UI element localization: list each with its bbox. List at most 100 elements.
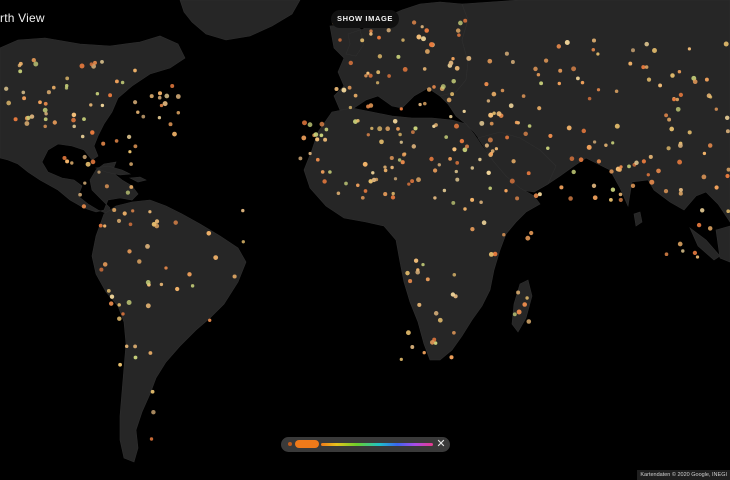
location-marker[interactable] bbox=[526, 319, 532, 324]
location-marker[interactable] bbox=[596, 88, 601, 92]
location-marker[interactable] bbox=[82, 154, 87, 160]
location-marker[interactable] bbox=[402, 67, 408, 72]
location-marker[interactable] bbox=[596, 52, 600, 56]
location-marker[interactable] bbox=[430, 340, 435, 345]
location-marker[interactable] bbox=[648, 154, 653, 159]
location-marker[interactable] bbox=[324, 127, 329, 132]
location-marker[interactable] bbox=[470, 197, 475, 202]
location-marker[interactable] bbox=[529, 230, 534, 236]
location-marker[interactable] bbox=[360, 38, 365, 43]
location-marker[interactable] bbox=[451, 78, 456, 84]
location-marker[interactable] bbox=[97, 170, 101, 174]
location-marker[interactable] bbox=[129, 162, 133, 166]
location-marker[interactable] bbox=[521, 94, 526, 98]
location-marker[interactable] bbox=[546, 146, 550, 150]
location-marker[interactable] bbox=[89, 103, 93, 107]
location-marker[interactable] bbox=[586, 144, 592, 150]
location-marker[interactable] bbox=[366, 133, 370, 137]
location-marker[interactable] bbox=[496, 111, 502, 117]
location-marker[interactable] bbox=[656, 168, 661, 174]
location-marker[interactable] bbox=[522, 302, 527, 307]
location-marker[interactable] bbox=[121, 312, 125, 316]
location-marker[interactable] bbox=[133, 68, 137, 73]
location-marker[interactable] bbox=[128, 222, 133, 227]
location-marker[interactable] bbox=[634, 160, 639, 166]
location-marker[interactable] bbox=[692, 250, 698, 256]
location-marker[interactable] bbox=[336, 191, 341, 196]
location-marker[interactable] bbox=[133, 355, 138, 360]
location-marker[interactable] bbox=[548, 133, 553, 138]
location-marker[interactable] bbox=[319, 121, 325, 127]
location-marker[interactable] bbox=[479, 120, 485, 126]
location-marker[interactable] bbox=[678, 191, 683, 196]
location-marker[interactable] bbox=[429, 42, 434, 48]
location-marker[interactable] bbox=[525, 235, 531, 241]
location-marker[interactable] bbox=[457, 33, 461, 37]
location-marker[interactable] bbox=[313, 132, 319, 137]
location-marker[interactable] bbox=[391, 191, 395, 196]
location-marker[interactable] bbox=[334, 86, 339, 92]
location-marker[interactable] bbox=[669, 126, 675, 132]
location-marker[interactable] bbox=[363, 189, 368, 193]
location-marker[interactable] bbox=[433, 311, 439, 316]
location-marker[interactable] bbox=[387, 74, 391, 78]
location-marker[interactable] bbox=[454, 65, 460, 71]
location-marker[interactable] bbox=[413, 258, 419, 263]
location-marker[interactable] bbox=[646, 77, 652, 82]
location-marker[interactable] bbox=[399, 107, 403, 111]
location-marker[interactable] bbox=[399, 357, 403, 362]
location-marker[interactable] bbox=[525, 296, 529, 300]
location-marker[interactable] bbox=[724, 115, 730, 121]
location-marker[interactable] bbox=[118, 362, 122, 367]
location-marker[interactable] bbox=[557, 81, 561, 86]
location-marker[interactable] bbox=[677, 159, 683, 165]
location-marker[interactable] bbox=[392, 119, 398, 124]
location-marker[interactable] bbox=[148, 351, 153, 355]
location-marker[interactable] bbox=[413, 126, 418, 131]
location-marker[interactable] bbox=[699, 208, 705, 213]
location-marker[interactable] bbox=[526, 171, 531, 176]
location-marker[interactable] bbox=[533, 66, 538, 72]
location-marker[interactable] bbox=[537, 106, 542, 111]
location-marker[interactable] bbox=[663, 188, 669, 194]
location-marker[interactable] bbox=[389, 155, 394, 161]
location-marker[interactable] bbox=[408, 279, 413, 284]
location-marker[interactable] bbox=[611, 141, 615, 145]
location-marker[interactable] bbox=[117, 303, 121, 307]
location-marker[interactable] bbox=[571, 66, 577, 72]
location-marker[interactable] bbox=[455, 161, 460, 165]
location-marker[interactable] bbox=[410, 345, 415, 349]
location-marker[interactable] bbox=[379, 139, 384, 145]
location-marker[interactable] bbox=[52, 120, 57, 125]
location-marker[interactable] bbox=[569, 156, 575, 162]
location-marker[interactable] bbox=[509, 178, 515, 184]
location-marker[interactable] bbox=[89, 62, 94, 67]
location-marker[interactable] bbox=[315, 157, 320, 162]
location-marker[interactable] bbox=[707, 143, 713, 148]
location-marker[interactable] bbox=[628, 61, 633, 66]
location-marker[interactable] bbox=[328, 170, 332, 174]
location-marker[interactable] bbox=[416, 177, 421, 183]
location-marker[interactable] bbox=[31, 57, 36, 63]
location-marker[interactable] bbox=[396, 127, 400, 131]
location-marker[interactable] bbox=[500, 88, 505, 93]
location-marker[interactable] bbox=[124, 344, 129, 349]
location-marker[interactable] bbox=[371, 177, 377, 183]
location-marker[interactable] bbox=[421, 36, 426, 42]
location-marker[interactable] bbox=[646, 173, 650, 177]
location-marker[interactable] bbox=[714, 185, 719, 190]
location-marker[interactable] bbox=[106, 289, 111, 293]
location-marker[interactable] bbox=[42, 107, 48, 113]
location-marker[interactable] bbox=[164, 93, 170, 99]
location-marker[interactable] bbox=[141, 114, 146, 119]
location-marker[interactable] bbox=[116, 218, 122, 223]
location-marker[interactable] bbox=[386, 28, 391, 33]
location-marker[interactable] bbox=[164, 266, 168, 270]
location-marker[interactable] bbox=[43, 101, 48, 106]
location-marker[interactable] bbox=[344, 181, 348, 186]
location-marker[interactable] bbox=[566, 125, 572, 131]
location-marker[interactable] bbox=[348, 105, 353, 110]
location-marker[interactable] bbox=[400, 160, 405, 165]
location-marker[interactable] bbox=[421, 262, 425, 267]
location-marker[interactable] bbox=[670, 73, 675, 78]
